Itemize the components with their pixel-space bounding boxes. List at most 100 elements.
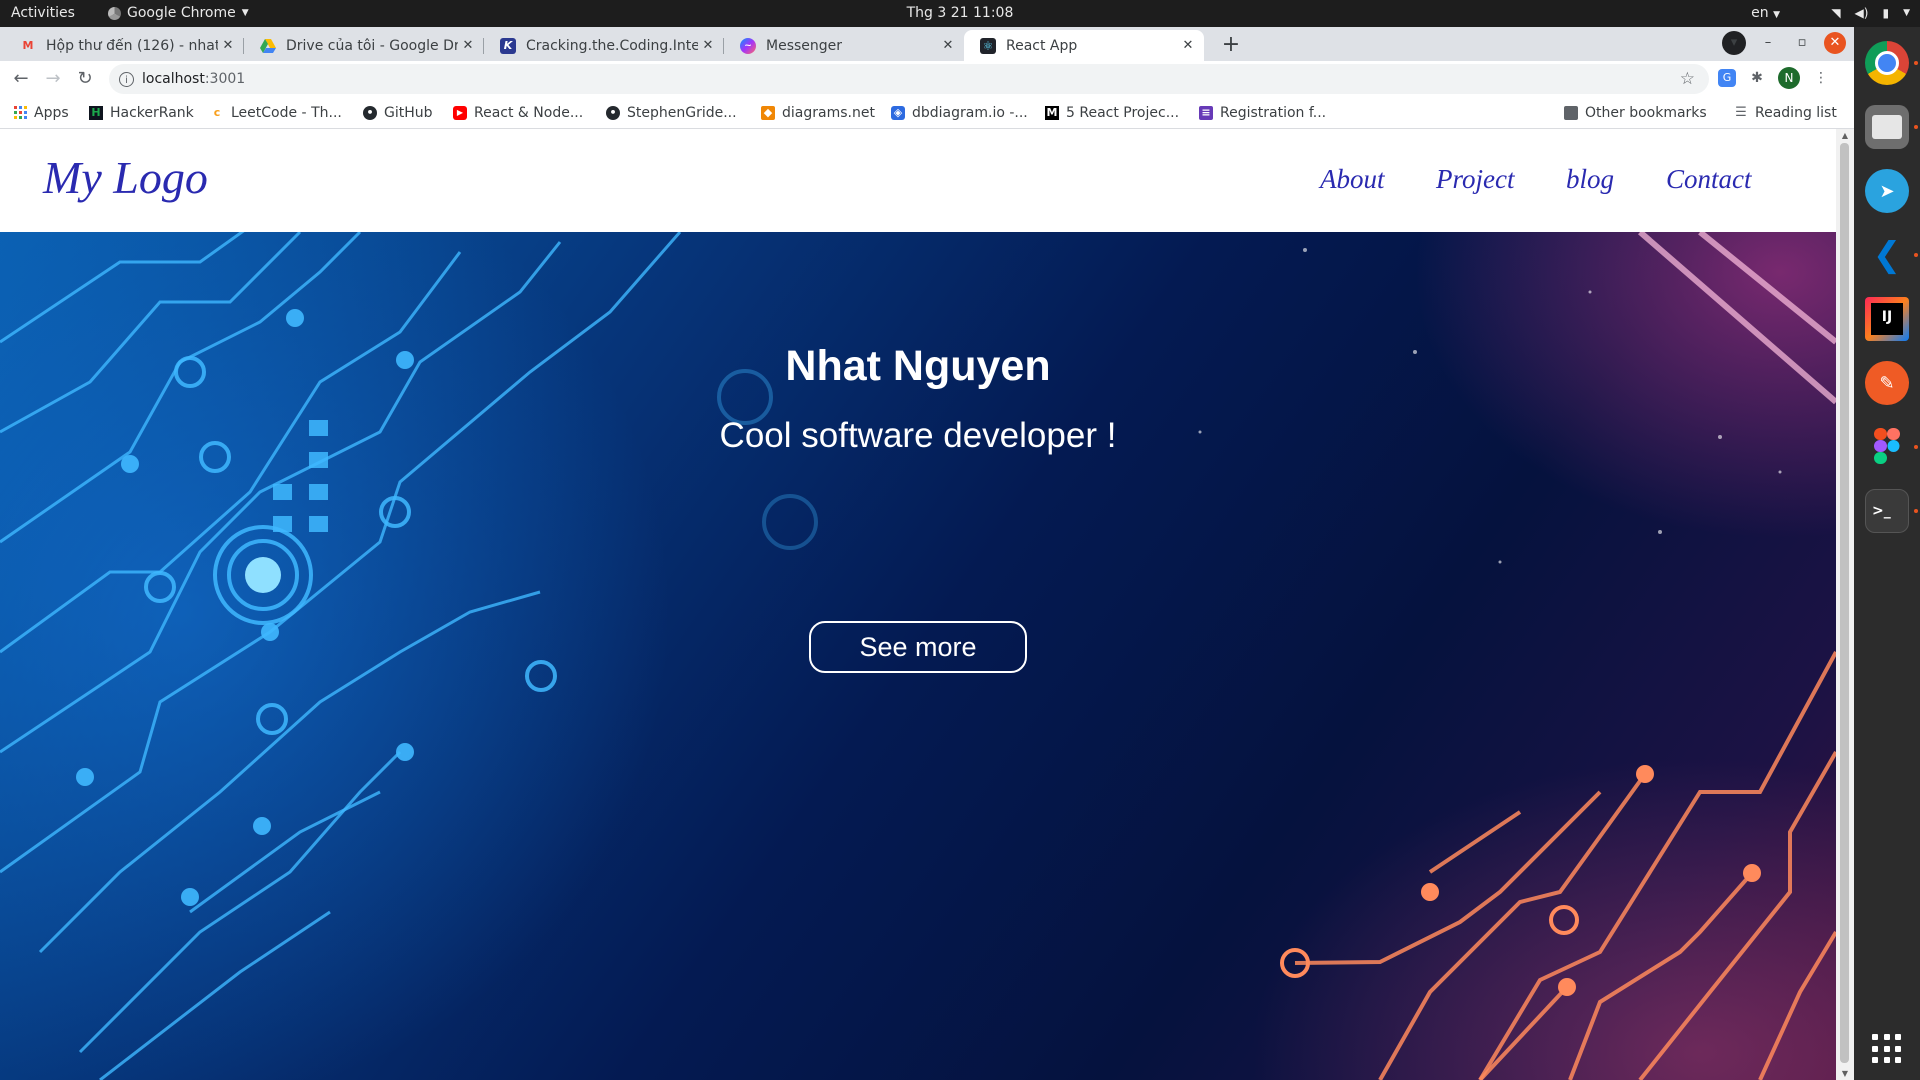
back-icon[interactable]: ← (8, 66, 34, 92)
tab-strip: M Hộp thư đến (126) - nhat... ✕ Drive củ… (0, 27, 1854, 61)
bookmark-diagrams[interactable]: ◆ diagrams.net (761, 97, 875, 128)
running-indicator (1914, 125, 1918, 129)
page-scrollbar[interactable]: ▲ ▼ (1836, 129, 1854, 1080)
bookmark-label: 5 React Projec... (1066, 104, 1180, 121)
hero-section: Nhat Nguyen Cool software developer ! Se… (0, 232, 1836, 1080)
messenger-icon: ~ (740, 37, 756, 54)
minimize-icon[interactable]: – (1756, 31, 1780, 55)
gmail-icon: M (22, 39, 34, 52)
tab-title: Hộp thư đến (126) - nhat... (46, 37, 218, 54)
chevron-down-icon: ▼ (1903, 8, 1910, 18)
nav-link-contact[interactable]: Contact (1666, 164, 1752, 195)
system-top-bar: Activities Google Chrome ▼ Thg 3 21 11:0… (0, 0, 1920, 27)
bookmark-stephengrider[interactable]: • StephenGride... (606, 97, 737, 128)
app-menu[interactable]: Google Chrome ▼ (108, 0, 249, 27)
scrollbar-thumb[interactable] (1840, 143, 1849, 1063)
bookmarks-bar: Apps H HackerRank ⅽ LeetCode - Th... • G… (0, 97, 1854, 129)
forward-icon[interactable]: → (40, 66, 66, 92)
react-icon: ⚛ (980, 37, 996, 54)
intellij-icon[interactable]: IJ (1865, 297, 1909, 341)
reading-list[interactable]: ☰ Reading list (1734, 97, 1837, 128)
tab-title: React App (1006, 37, 1078, 54)
bookmark-dbdiagram[interactable]: ◈ dbdiagram.io -... (891, 97, 1028, 128)
extensions-area: G ✱ N ⋮ (1718, 67, 1832, 89)
google-translate-icon[interactable]: G (1718, 69, 1736, 87)
forms-icon: ≡ (1199, 105, 1213, 120)
site-logo[interactable]: My Logo (43, 151, 208, 204)
app-menu-label: Google Chrome (127, 5, 236, 21)
google-drive-icon (260, 38, 276, 54)
close-icon[interactable]: ✕ (1178, 38, 1198, 53)
new-tab-button[interactable]: + (1218, 33, 1244, 59)
bookmark-leetcode[interactable]: ⅽ LeetCode - Th... (210, 97, 342, 128)
bookmark-label: Apps (34, 104, 69, 121)
chevron-down-icon: ▼ (1773, 10, 1780, 20)
kebab-menu-icon[interactable]: ⋮ (1810, 67, 1832, 89)
ubuntu-dock: ➤ ❮ IJ ✎ >_ (1854, 27, 1920, 1080)
reload-icon[interactable]: ↻ (72, 66, 98, 92)
tab-messenger[interactable]: ~ Messenger ✕ (724, 30, 964, 61)
close-icon[interactable]: ✕ (698, 38, 718, 53)
drawio-icon: ◆ (761, 105, 775, 120)
bookmark-label: Registration f... (1220, 104, 1327, 121)
tab-cracking-coding[interactable]: K Cracking.the.Coding.Inter... ✕ (484, 30, 724, 61)
scroll-up-icon[interactable]: ▲ (1836, 131, 1854, 140)
running-indicator (1914, 445, 1918, 449)
chrome-icon[interactable] (1865, 41, 1909, 85)
restore-icon[interactable]: ▫ (1790, 31, 1814, 55)
bookmark-github[interactable]: • GitHub (363, 97, 433, 128)
chevron-down-icon: ▼ (241, 8, 249, 18)
hero-name: Nhat Nguyen (785, 342, 1051, 390)
see-more-button[interactable]: See more (809, 621, 1027, 673)
github-icon: • (606, 105, 620, 120)
language-label: en (1751, 5, 1769, 21)
system-tray[interactable]: ◥ ◀) ▮ ▼ (1831, 0, 1910, 27)
bookmark-label: dbdiagram.io -... (912, 104, 1028, 121)
vscode-icon[interactable]: ❮ (1865, 233, 1909, 277)
telegram-icon[interactable]: ➤ (1865, 169, 1909, 213)
bookmark-react-node[interactable]: ▶ React & Node... (453, 97, 583, 128)
running-indicator (1914, 61, 1918, 65)
nav-link-blog[interactable]: blog (1566, 164, 1614, 195)
hackerrank-icon: H (89, 105, 103, 120)
apps-grid-icon (14, 106, 27, 119)
nav-link-project[interactable]: Project (1436, 164, 1514, 195)
terminal-icon[interactable]: >_ (1865, 489, 1909, 533)
tab-google-drive[interactable]: Drive của tôi - Google Drive ✕ (244, 30, 484, 61)
info-icon[interactable]: i (119, 71, 134, 87)
postman-icon[interactable]: ✎ (1865, 361, 1909, 405)
running-indicator (1914, 253, 1918, 257)
tab-react-app[interactable]: ⚛ React App ✕ (964, 30, 1204, 61)
tab-title: Messenger (766, 37, 843, 54)
close-icon[interactable]: ✕ (218, 38, 238, 53)
github-icon: • (363, 105, 377, 120)
bookmark-registration[interactable]: ≡ Registration f... (1199, 97, 1326, 128)
show-applications-icon[interactable] (1872, 1034, 1902, 1064)
tab-gmail[interactable]: M Hộp thư đến (126) - nhat... ✕ (4, 30, 244, 61)
profile-avatar[interactable]: N (1778, 67, 1800, 89)
running-indicator (1914, 509, 1918, 513)
files-icon[interactable] (1865, 105, 1909, 149)
nav-link-about[interactable]: About (1320, 164, 1385, 195)
bookmark-hackerrank[interactable]: H HackerRank (89, 97, 194, 128)
bookmark-apps[interactable]: Apps (14, 97, 69, 128)
figma-icon[interactable] (1865, 425, 1909, 469)
puzzle-icon[interactable]: ✱ (1746, 67, 1768, 89)
scroll-down-icon[interactable]: ▼ (1836, 1069, 1854, 1078)
browser-toolbar: ← → ↻ i localhost:3001 ☆ G ✱ N ⋮ (0, 61, 1854, 97)
close-window-icon[interactable]: ✕ (1824, 32, 1846, 54)
close-icon[interactable]: ✕ (938, 38, 958, 53)
bookmark-label: GitHub (384, 104, 433, 121)
dbdiagram-icon: ◈ (891, 105, 905, 120)
clock[interactable]: Thg 3 21 11:08 (0, 0, 1920, 27)
bookmark-react-projects[interactable]: M 5 React Projec... (1045, 97, 1179, 128)
site-header: My Logo About Project blog Contact (0, 129, 1836, 232)
other-bookmarks[interactable]: Other bookmarks (1564, 97, 1707, 128)
close-icon[interactable]: ✕ (458, 38, 478, 53)
k-site-icon: K (500, 37, 516, 54)
language-selector[interactable]: en ▼ (1751, 0, 1780, 27)
tab-search-icon[interactable]: ▾ (1722, 31, 1746, 55)
address-bar[interactable]: i localhost:3001 ☆ (109, 64, 1709, 94)
bookmark-star-icon[interactable]: ☆ (1680, 69, 1695, 89)
activities-button[interactable]: Activities (11, 0, 75, 27)
